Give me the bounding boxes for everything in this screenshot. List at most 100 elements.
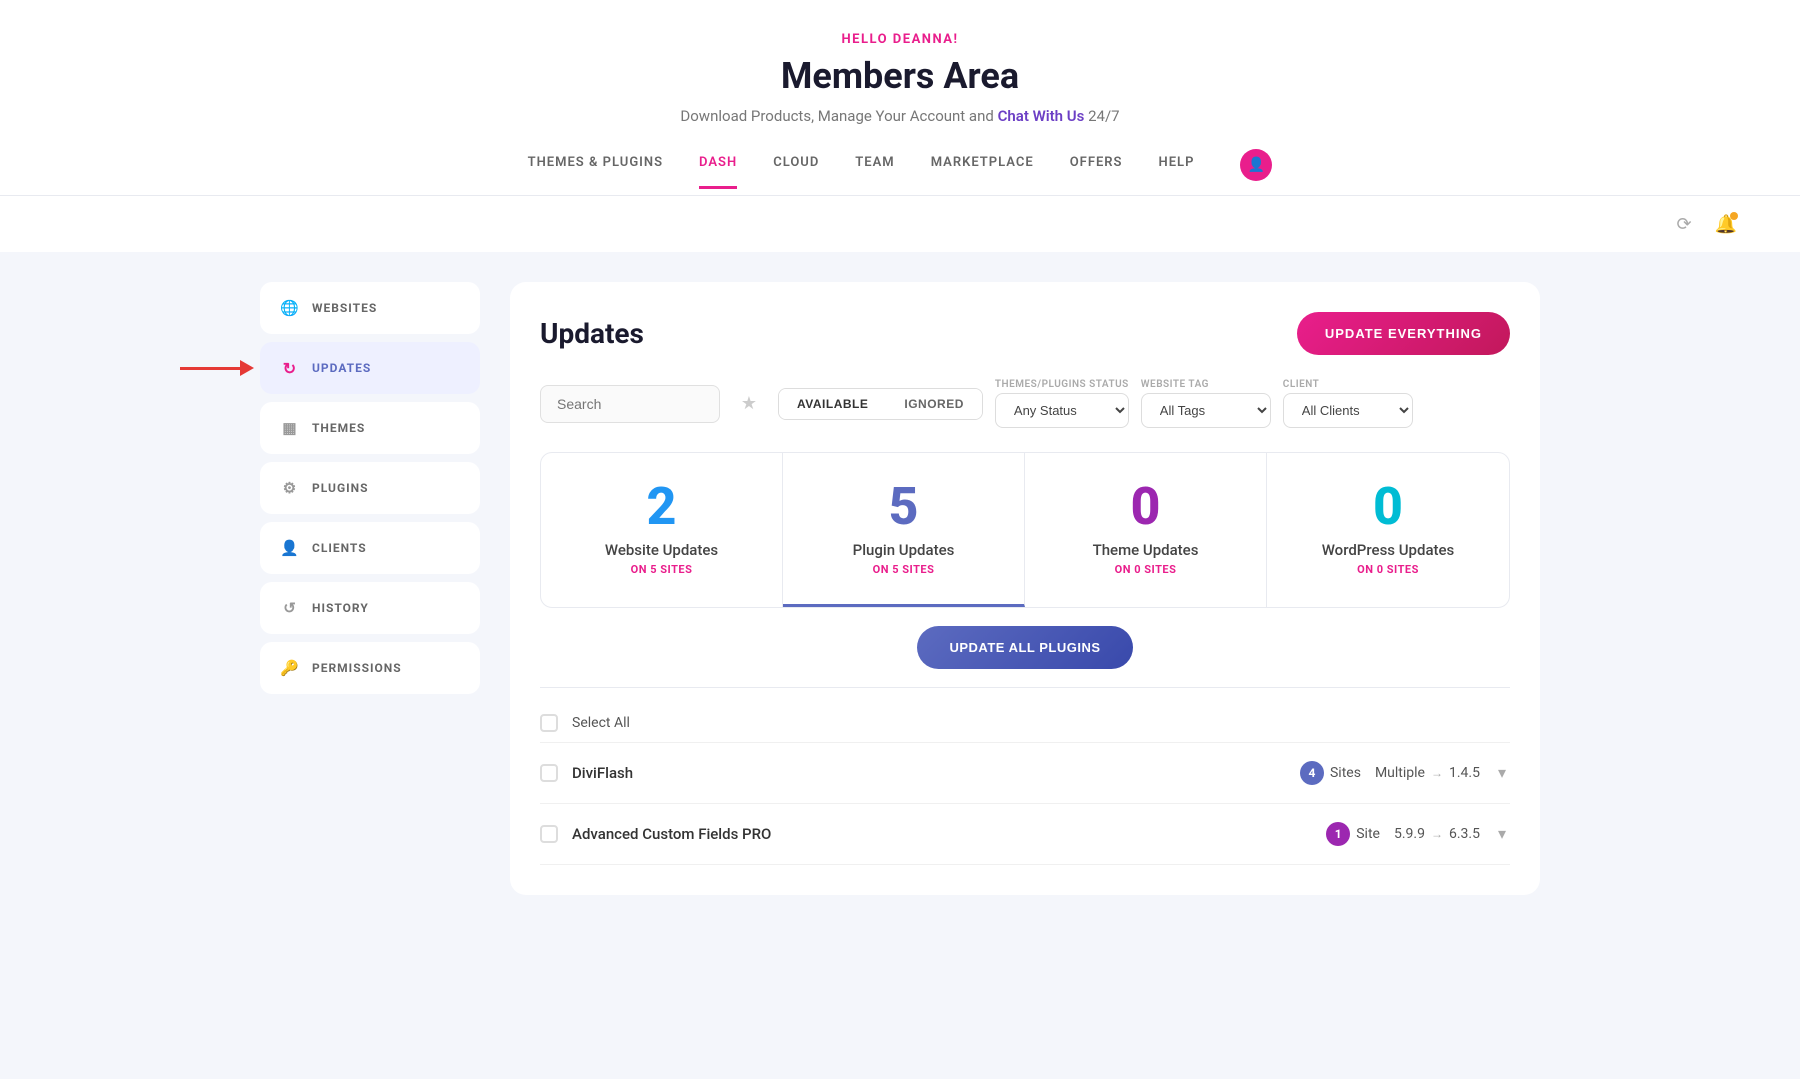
sidebar-item-websites[interactable]: 🌐 WEBSITES [260,282,480,334]
client-filter-group: CLIENT All Clients [1283,379,1413,428]
bell-icon[interactable]: 🔔 [1712,210,1740,238]
subtitle-start: Download Products, Manage Your Account a… [680,107,993,125]
client-filter-select[interactable]: All Clients [1283,393,1413,428]
history-icon: ↺ [280,598,300,618]
stat-wordpress-updates[interactable]: 0 WordPress Updates ON 0 SITES [1267,453,1509,607]
sidebar-item-permissions[interactable]: 🔑 PERMISSIONS [260,642,480,694]
main-nav: THEMES & PLUGINS DASH CLOUD TEAM MARKETP… [20,149,1780,195]
theme-updates-count: 0 [1045,481,1246,533]
plugin-row-diviflash: DiviFlash 4 Sites Multiple → 1.4.5 ▾ [540,743,1510,804]
sidebar-label-updates: UPDATES [312,361,371,375]
select-all-checkbox[interactable] [540,714,558,732]
wordpress-updates-count: 0 [1287,481,1489,533]
acf-expand-button[interactable]: ▾ [1494,820,1510,848]
tab-ignored[interactable]: IGNORED [886,389,982,419]
status-filter-select[interactable]: Any Status [995,393,1129,428]
plugin-updates-label: Plugin Updates [803,541,1004,559]
acf-version-to: 6.3.5 [1449,826,1480,842]
diviflash-sites-label: Sites [1330,765,1361,781]
tab-available[interactable]: AVAILABLE [779,389,886,419]
sidebar-label-plugins: PLUGINS [312,481,368,495]
chat-link[interactable]: Chat With Us [998,107,1085,125]
sidebar-item-clients[interactable]: 👤 CLIENTS [260,522,480,574]
main-layout: 🌐 WEBSITES ↻ UPDATES ▦ THEMES ⚙ PLUGINS … [200,252,1600,925]
nav-team[interactable]: TEAM [855,155,894,189]
availability-tabs: AVAILABLE IGNORED [778,388,983,420]
sidebar: 🌐 WEBSITES ↻ UPDATES ▦ THEMES ⚙ PLUGINS … [260,282,480,895]
website-updates-label: Website Updates [561,541,762,559]
arrow-head [240,360,254,376]
toolbar: ⟳ 🔔 [0,196,1800,252]
select-all-row: Select All [540,704,1510,743]
stat-theme-updates[interactable]: 0 Theme Updates ON 0 SITES [1025,453,1267,607]
nav-dash[interactable]: DASH [699,155,737,189]
plugin-updates-count: 5 [803,481,1004,533]
status-filter-group: THEMES/PLUGINS STATUS Any Status [995,379,1129,428]
nav-themes-plugins[interactable]: THEMES & PLUGINS [528,155,663,189]
acf-arrow: → [1431,827,1443,841]
stats-row: 2 Website Updates ON 5 SITES 5 Plugin Up… [540,452,1510,608]
nav-help[interactable]: HELP [1159,155,1195,189]
plugin-row-acf: Advanced Custom Fields PRO 1 Site 5.9.9 … [540,804,1510,865]
update-all-plugins-button[interactable]: UPDATE ALL PLUGINS [917,626,1132,669]
page-title: Members Area [20,55,1780,97]
select-all-label: Select All [572,715,630,731]
acf-version: 5.9.9 → 6.3.5 [1394,826,1480,842]
arrow-line [180,367,240,370]
acf-sites: 1 Site [1326,822,1380,846]
diviflash-sites: 4 Sites [1300,761,1361,785]
nav-offers[interactable]: OFFERS [1070,155,1123,189]
wordpress-updates-label: WordPress Updates [1287,541,1489,559]
tag-filter-select[interactable]: All Tags [1141,393,1271,428]
refresh-icon[interactable]: ⟳ [1670,210,1698,238]
permissions-icon: 🔑 [280,658,300,678]
plugins-icon: ⚙ [280,478,300,498]
stats-wrapper: 2 Website Updates ON 5 SITES 5 Plugin Up… [540,452,1510,608]
diviflash-version-from: Multiple [1375,765,1425,781]
client-filter-label: CLIENT [1283,379,1413,390]
nav-cloud[interactable]: CLOUD [773,155,819,189]
update-everything-button[interactable]: UPDATE EVERYTHING [1297,312,1510,355]
avatar[interactable]: 👤 [1240,149,1272,181]
nav-marketplace[interactable]: MARKETPLACE [931,155,1034,189]
content-area: Updates UPDATE EVERYTHING ★ AVAILABLE IG… [510,282,1540,895]
diviflash-version-to: 1.4.5 [1449,765,1480,781]
updates-header: Updates UPDATE EVERYTHING [540,312,1510,355]
bell-badge [1730,212,1738,220]
diviflash-arrow: → [1431,766,1443,780]
clients-icon: 👤 [280,538,300,558]
diviflash-checkbox[interactable] [540,764,558,782]
acf-name: Advanced Custom Fields PRO [572,825,1312,843]
sidebar-item-history[interactable]: ↺ HISTORY [260,582,480,634]
update-all-row: UPDATE ALL PLUGINS [540,608,1510,688]
diviflash-expand-button[interactable]: ▾ [1494,759,1510,787]
acf-badge: 1 [1326,822,1350,846]
status-filter-label: THEMES/PLUGINS STATUS [995,379,1129,390]
sidebar-label-clients: CLIENTS [312,541,367,555]
acf-checkbox[interactable] [540,825,558,843]
diviflash-version: Multiple → 1.4.5 [1375,765,1480,781]
favorite-button[interactable]: ★ [732,387,766,421]
search-input[interactable] [540,385,720,423]
website-updates-count: 2 [561,481,762,533]
filters-row: ★ AVAILABLE IGNORED THEMES/PLUGINS STATU… [540,379,1510,428]
sidebar-label-permissions: PERMISSIONS [312,661,402,675]
diviflash-badge: 4 [1300,761,1324,785]
updates-title: Updates [540,317,644,350]
sidebar-item-updates[interactable]: ↻ UPDATES [260,342,480,394]
sidebar-item-themes[interactable]: ▦ THEMES [260,402,480,454]
acf-sites-label: Site [1356,826,1380,842]
subtitle-end: 24/7 [1088,107,1119,125]
stat-website-updates[interactable]: 2 Website Updates ON 5 SITES [541,453,783,607]
tag-filter-label: WEBSITE TAG [1141,379,1271,390]
plugin-list: Select All DiviFlash 4 Sites Multiple → … [540,704,1510,865]
sidebar-label-themes: THEMES [312,421,365,435]
hello-text: HELLO DEANNA! [20,32,1780,47]
diviflash-name: DiviFlash [572,764,1286,782]
header: HELLO DEANNA! Members Area Download Prod… [0,0,1800,196]
stat-plugin-updates[interactable]: 5 Plugin Updates ON 5 SITES [783,453,1025,607]
theme-updates-label: Theme Updates [1045,541,1246,559]
sidebar-item-plugins[interactable]: ⚙ PLUGINS [260,462,480,514]
subtitle: Download Products, Manage Your Account a… [20,107,1780,125]
arrow-indicator [180,360,254,376]
